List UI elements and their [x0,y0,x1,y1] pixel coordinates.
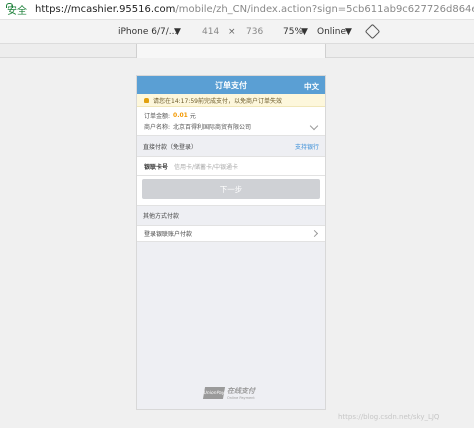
language-switch[interactable]: 中文 [304,81,319,92]
chevron-down-icon[interactable]: ▼ [345,27,352,37]
network-select[interactable]: Online [317,27,346,37]
card-number-field[interactable]: 银联卡号 信用卡/储蓄卡/中银通卡 [137,156,325,176]
device-select[interactable]: iPhone 6/7/... [118,27,177,37]
logo-text-en: Online Payment [227,396,255,400]
order-amount-value: 0.01 [173,112,188,119]
url-path[interactable]: /mobile/zh_CN/index.action?sign=5cb611ab… [175,4,474,15]
page-title: 订单支付 [215,80,247,90]
supported-banks-link[interactable]: 支持银行 [295,142,319,151]
rotate-icon[interactable] [364,23,381,40]
merchant-name: 北京百得利国际商贸有限公司 [173,124,252,131]
login-pay-item[interactable]: 登录银联账户付款 [137,225,325,242]
card-number-label: 银联卡号 [144,163,169,171]
unionpay-badge: UnionPay [202,387,226,399]
ruler-viewport [136,44,326,58]
timeout-notice: 请您在14:17:59前完成支付，以免商户订单失效 [137,94,325,107]
direct-pay-label: 直接付款（免登录） [143,143,198,151]
logo-text-cn: 在线支付 [227,387,255,395]
width-input[interactable]: 414 [202,27,219,37]
watermark: https://blog.csdn.net/sky_LJQ [338,413,440,421]
address-bar[interactable]: 安全 https://mcashier.95516.com /mobile/zh… [0,0,474,20]
order-amount-unit: 元 [189,113,196,120]
order-info[interactable]: 订单金额: 0.01 元 商户名称: 北京百得利国际商贸有限公司 [137,107,325,136]
logo-text: 在线支付 Online Payment [227,386,255,400]
other-methods-label: 其他方式付款 [143,213,180,220]
url-host[interactable]: https://mcashier.95516.com [35,4,175,15]
login-pay-label: 登录银联账户付款 [144,231,193,238]
unionpay-logo: UnionPay 在线支付 Online Payment [202,386,255,400]
bell-icon [144,97,149,103]
media-query-ruler [0,44,474,58]
phone-viewport: 订单支付 中文 请您在14:17:59前完成支付，以免商户订单失效 订单金额: … [136,75,326,410]
next-button[interactable]: 下一步 [142,179,320,199]
device-toolbar: iPhone 6/7/... ▼ 414 × 736 75% ▼ Online … [0,20,474,44]
order-amount-label: 订单金额: [144,113,171,120]
merchant-row: 商户名称: 北京百得利国际商贸有限公司 [144,121,318,132]
next-button-wrap: 下一步 [137,176,325,206]
chevron-down-icon[interactable]: ▼ [301,27,308,37]
height-input[interactable]: 736 [246,27,263,37]
card-number-placeholder[interactable]: 信用卡/储蓄卡/中银通卡 [174,162,238,171]
direct-pay-section-header: 直接付款（免登录） 支持银行 [137,136,325,156]
page-header: 订单支付 中文 [137,76,325,94]
order-amount-row: 订单金额: 0.01 元 [144,110,318,121]
times-icon: × [228,27,236,37]
zoom-select[interactable]: 75% [283,27,303,37]
notice-text: 请您在14:17:59前完成支付，以免商户订单失效 [153,97,282,105]
chevron-right-icon [310,229,319,238]
chevron-down-icon[interactable]: ▼ [174,27,181,37]
merchant-label: 商户名称: [144,124,171,131]
